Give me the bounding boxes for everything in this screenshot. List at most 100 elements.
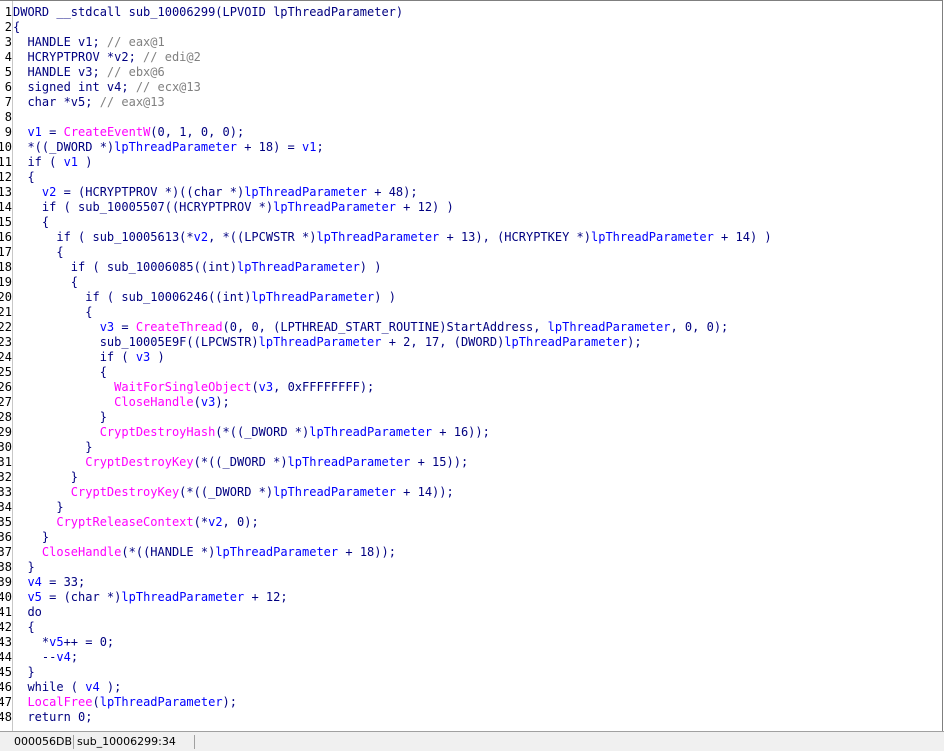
line-number: 34 [0, 500, 12, 514]
variable-name[interactable]: v2 [208, 515, 222, 529]
variable-name[interactable]: v3 [201, 395, 215, 409]
line-number: 38 [0, 560, 12, 574]
variable-name[interactable]: lpThreadParameter [114, 140, 237, 154]
line-number: 41 [0, 605, 12, 619]
code-line[interactable]: } [13, 500, 942, 515]
code-line[interactable]: *((_DWORD *)lpThreadParameter + 18) = v1… [13, 140, 942, 155]
line-number: 27 [0, 395, 12, 409]
variable-name[interactable]: lpThreadParameter [504, 335, 627, 349]
variable-name[interactable]: v3 [100, 320, 114, 334]
pseudocode-view[interactable]: 1234567891011121314151617181920212223242… [0, 0, 943, 733]
api-call[interactable]: CloseHandle [42, 545, 121, 559]
code-line[interactable]: HANDLE v3; // ebx@6 [13, 65, 942, 80]
api-call[interactable]: LocalFree [27, 695, 92, 709]
api-call[interactable]: CryptReleaseContext [56, 515, 193, 529]
code-line[interactable]: } [13, 410, 942, 425]
variable-name[interactable]: v5 [49, 635, 63, 649]
code-line[interactable]: { [13, 275, 942, 290]
code-line[interactable]: DWORD __stdcall sub_10006299(LPVOID lpTh… [13, 5, 942, 20]
code-line[interactable]: v1 = CreateEventW(0, 1, 0, 0); [13, 125, 942, 140]
api-call[interactable]: CryptDestroyHash [100, 425, 216, 439]
api-call[interactable]: CreateEventW [64, 125, 151, 139]
variable-name[interactable]: v4 [56, 650, 70, 664]
code-line[interactable]: v5 = (char *)lpThreadParameter + 12; [13, 590, 942, 605]
code-line[interactable]: CryptDestroyKey(*((_DWORD *)lpThreadPara… [13, 455, 942, 470]
api-call[interactable]: CloseHandle [114, 395, 193, 409]
code-line[interactable]: } [13, 560, 942, 575]
code-line[interactable]: { [13, 365, 942, 380]
code-line[interactable]: HANDLE v1; // eax@1 [13, 35, 942, 50]
variable-name[interactable]: lpThreadParameter [288, 455, 411, 469]
variable-name[interactable]: v5 [27, 590, 41, 604]
code-line[interactable]: { [13, 305, 942, 320]
code-line[interactable]: } [13, 440, 942, 455]
code-line[interactable]: signed int v4; // ecx@13 [13, 80, 942, 95]
variable-name[interactable]: v1 [302, 140, 316, 154]
code-line[interactable]: char *v5; // eax@13 [13, 95, 942, 110]
variable-name[interactable]: lpThreadParameter [273, 485, 396, 499]
code-line[interactable]: CloseHandle(*((HANDLE *)lpThreadParamete… [13, 545, 942, 560]
code-line[interactable]: if ( v3 ) [13, 350, 942, 365]
api-call[interactable]: CreateThread [136, 320, 223, 334]
variable-name[interactable]: lpThreadParameter [309, 425, 432, 439]
code-line[interactable]: *v5++ = 0; [13, 635, 942, 650]
variable-name[interactable]: v2 [194, 230, 208, 244]
variable-name[interactable]: lpThreadParameter [591, 230, 714, 244]
variable-name[interactable]: v3 [136, 350, 150, 364]
code-line[interactable]: } [13, 470, 942, 485]
code-line[interactable]: if ( v1 ) [13, 155, 942, 170]
code-line[interactable]: v2 = (HCRYPTPROV *)((char *)lpThreadPara… [13, 185, 942, 200]
code-line[interactable]: CloseHandle(v3); [13, 395, 942, 410]
variable-name[interactable]: v1 [27, 125, 41, 139]
code-text: return 0; [13, 710, 93, 724]
variable-name[interactable]: lpThreadParameter [237, 260, 360, 274]
variable-name[interactable]: lpThreadParameter [259, 335, 382, 349]
code-line[interactable]: { [13, 215, 942, 230]
variable-name[interactable]: lpThreadParameter [316, 230, 439, 244]
code-line[interactable]: { [13, 245, 942, 260]
code-line[interactable]: sub_10005E9F((LPCWSTR)lpThreadParameter … [13, 335, 942, 350]
code-line[interactable]: CryptReleaseContext(*v2, 0); [13, 515, 942, 530]
variable-name[interactable]: v4 [85, 680, 99, 694]
code-line[interactable]: LocalFree(lpThreadParameter); [13, 695, 942, 710]
code-text: { [13, 215, 50, 229]
variable-name[interactable]: v1 [64, 155, 78, 169]
variable-name[interactable]: lpThreadParameter [273, 200, 396, 214]
variable-name[interactable]: lpThreadParameter [244, 185, 367, 199]
code-line[interactable]: --v4; [13, 650, 942, 665]
code-line[interactable]: } [13, 665, 942, 680]
code-line[interactable]: { [13, 620, 942, 635]
code-line[interactable]: v3 = CreateThread(0, 0, (LPTHREAD_START_… [13, 320, 942, 335]
code-line[interactable]: if ( sub_10006085((int)lpThreadParameter… [13, 260, 942, 275]
api-call[interactable]: CryptDestroyKey [71, 485, 179, 499]
variable-name[interactable]: v3 [259, 380, 273, 394]
code-line[interactable]: WaitForSingleObject(v3, 0xFFFFFFFF); [13, 380, 942, 395]
code-line[interactable]: { [13, 20, 942, 35]
variable-name[interactable]: v2 [42, 185, 56, 199]
code-line[interactable]: while ( v4 ); [13, 680, 942, 695]
variable-name[interactable]: v4 [27, 575, 41, 589]
code-line[interactable]: if ( sub_10005507((HCRYPTPROV *)lpThread… [13, 200, 942, 215]
code-line[interactable]: if ( sub_10006246((int)lpThreadParameter… [13, 290, 942, 305]
code-line[interactable]: HCRYPTPROV *v2; // edi@2 [13, 50, 942, 65]
code-line[interactable]: { [13, 170, 942, 185]
variable-name[interactable]: lpThreadParameter [121, 590, 244, 604]
code-listing[interactable]: DWORD __stdcall sub_10006299(LPVOID lpTh… [13, 5, 942, 725]
variable-name[interactable]: lpThreadParameter [100, 695, 223, 709]
variable-name[interactable]: lpThreadParameter [251, 290, 374, 304]
code-line[interactable]: CryptDestroyHash(*((_DWORD *)lpThreadPar… [13, 425, 942, 440]
code-line[interactable]: CryptDestroyKey(*((_DWORD *)lpThreadPara… [13, 485, 942, 500]
code-comment: // eax@1 [106, 35, 165, 49]
code-line[interactable] [13, 110, 942, 125]
code-line[interactable]: return 0; [13, 710, 942, 725]
code-line[interactable]: v4 = 33; [13, 575, 942, 590]
variable-name[interactable]: lpThreadParameter [215, 545, 338, 559]
code-line[interactable]: } [13, 530, 942, 545]
api-call[interactable]: CryptDestroyKey [85, 455, 193, 469]
variable-name[interactable]: lpThreadParameter [548, 320, 671, 334]
code-text: + 2, 17, (DWORD) [381, 335, 505, 349]
api-call[interactable]: WaitForSingleObject [114, 380, 251, 394]
code-line[interactable]: if ( sub_10005613(*v2, *((LPCWSTR *)lpTh… [13, 230, 942, 245]
code-line[interactable]: do [13, 605, 942, 620]
